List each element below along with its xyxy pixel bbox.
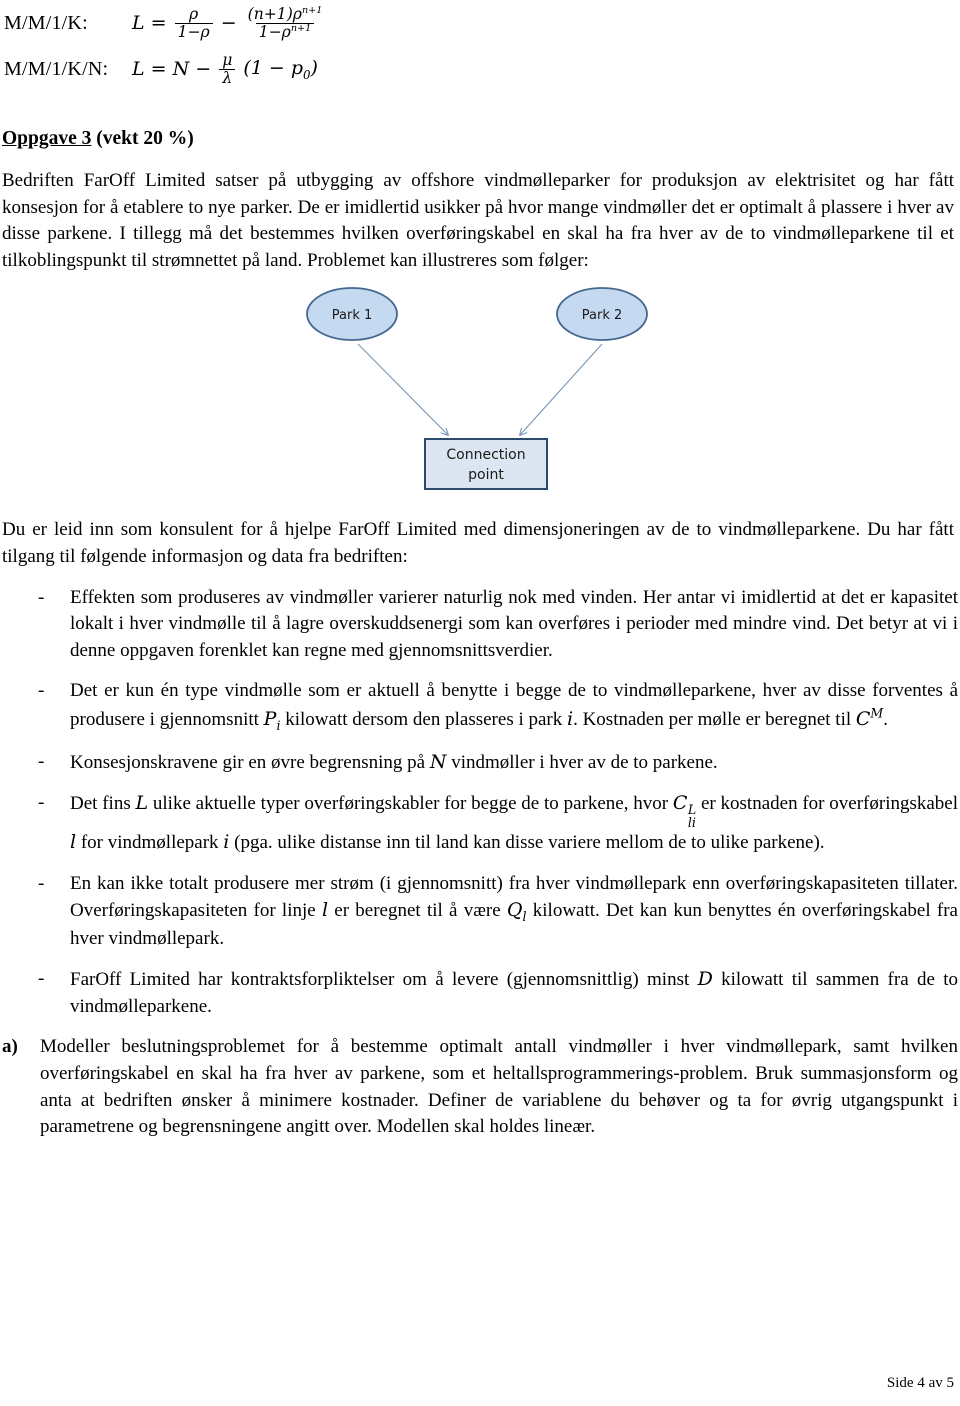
list-item-text: Konsesjonskravene gir en øvre begrensnin… [70,750,718,773]
math-symbol-L: L [135,792,149,815]
numerator-exponent: n+1 [301,4,323,16]
task-weight: (vekt 20 %) [91,128,194,149]
math-subscript: li [687,814,696,830]
formula-label-mm1k: M/M/1/K: [4,11,88,34]
math-base: Q [506,899,523,922]
formula-body-mm1k: L = ρ 1−ρ − (n+1)ρn+1 1−ρn+1 [132,4,327,41]
consultant-paragraph: Du er leid inn som konsulent for å hjelp… [2,519,954,567]
text-run: ulike aktuelle typer overføringskabler f… [148,793,673,815]
edge-park2-to-connection [520,344,603,435]
denominator-base: 1−ρ [258,22,291,41]
document-page: M/M/1/K: L = ρ 1−ρ − (n+1)ρn+1 1−ρn+1 M/… [0,0,960,1406]
tail-close: ) [310,56,318,79]
node-connection-point-label-line1: Connection [446,447,525,463]
tail-subscript: 0 [303,67,311,82]
list-item: - FarOff Limited har kontraktsforpliktel… [0,966,958,1020]
list-item-text: FarOff Limited har kontraktsforpliktelse… [70,968,958,1017]
fraction-denominator: λ [219,68,236,86]
list-item-text: Det fins L ulike aktuelle typer overføri… [70,792,959,854]
math-base: C [855,708,871,731]
text-run: FarOff Limited har kontraktsforpliktelse… [70,969,698,991]
math-base: P [263,708,277,731]
task-a-text: Modeller beslutningsproblemet for å best… [40,1036,958,1138]
edge-park1-to-connection [357,343,448,435]
text-run: (pga. ulike distanse inn til land kan di… [229,832,825,854]
list-item-text: Effekten som produseres av vindmøller va… [70,586,958,661]
text-run: . Kostnaden per mølle er beregnet til [573,709,856,731]
task-title: Oppgave 3 [2,128,92,149]
intro-paragraph: Bedriften FarOff Limited satser på utbyg… [2,170,954,271]
tail-open: (1 − p [243,56,303,79]
math-symbol-CM: CM [855,705,884,731]
node-park1-label: Park 1 [332,308,373,323]
list-item-text: En kan ikke totalt produsere mer strøm (… [70,873,958,949]
node-connection-point-label-line2: point [468,467,504,483]
task-a-item: a) Modeller beslutningsproblemet for å b… [2,1034,958,1140]
math-sup-sub-stack: Lli [687,803,696,830]
formula-label-mm1kn: M/M/1/K/N: [4,57,109,80]
math-symbol-Pi: Pi [263,708,281,733]
bullet-dash: - [38,586,45,608]
math-symbol-D: D [697,968,713,991]
text-run: vindmøller i hver av de to parkene. [446,751,718,773]
information-bullet-list: - Effekten som produseres av vindmøller … [0,585,960,1021]
formula-lhs: L = [132,12,167,34]
fraction-denominator: 1−ρn+1 [255,22,315,41]
bullet-dash: - [38,680,45,702]
task-a-marker: a) [2,1036,18,1058]
formula-fraction-rho-n: (n+1)ρn+1 1−ρn+1 [245,4,326,41]
formula-fraction-rho: ρ 1−ρ [174,5,213,40]
list-item: - Det fins L ulike aktuelle typer overfø… [0,790,958,856]
math-superscript: M [870,705,884,721]
bullet-dash: - [38,750,45,772]
list-item: - Effekten som produseres av vindmøller … [0,585,958,665]
page-title: Oppgave 3 (vekt 20 %) [2,128,960,150]
numerator-base: (n+1)ρ [247,5,302,24]
list-item-text: Det er kun én type vindmølle som er aktu… [70,680,958,733]
list-item: - Konsesjonskravene gir en øvre begrensn… [0,749,958,777]
fraction-numerator: ρ [189,5,199,24]
text-run: er kostnaden for overføringskabel [696,793,959,815]
formula-row-mm1k: M/M/1/K: L = ρ 1−ρ − (n+1)ρn+1 1−ρn+1 [0,0,960,46]
problem-diagram: Park 1 Park 2 Connection point [0,282,960,517]
bullet-dash: - [38,968,45,990]
text-run: Konsesjonskravene gir en øvre begrensnin… [70,751,430,773]
formula-row-mm1kn: M/M/1/K/N: L = N − μ λ (1 − p0) [0,46,960,92]
formula-fraction-mu-lambda: μ λ [219,51,236,86]
bullet-dash: - [38,872,45,894]
math-base: C [672,792,688,815]
math-symbol-Ql: Ql [506,899,527,924]
text-run: Det fins [70,793,136,815]
fraction-numerator: (n+1)ρn+1 [245,4,326,24]
formula-lhs: L = N − [132,58,212,80]
list-item: - Det er kun én type vindmølle som er ak… [0,678,958,734]
bullet-dash: - [38,792,45,814]
formula-tail: (1 − p0) [243,57,318,82]
math-symbol-N: N [429,750,447,773]
node-park2-label: Park 2 [582,308,623,323]
diagram-svg: Park 1 Park 2 Connection point [306,287,648,491]
math-symbol-CLli: C Lli [672,792,696,828]
text-run: kilowatt dersom den plasseres i park [280,709,567,731]
page-footer: Side 4 av 5 [886,1375,954,1391]
text-run: . [883,709,889,731]
formula-operator-minus: − [220,12,237,34]
text-run: for vindmøllepark [76,832,224,854]
list-item: - En kan ikke totalt produsere mer strøm… [0,871,958,953]
text-run: er beregnet til å være [328,900,507,922]
denominator-exponent: n+1 [290,22,312,34]
fraction-denominator: 1−ρ [174,22,213,40]
fraction-numerator: μ [222,51,233,70]
formula-body-mm1kn: L = N − μ λ (1 − p0) [132,52,318,86]
